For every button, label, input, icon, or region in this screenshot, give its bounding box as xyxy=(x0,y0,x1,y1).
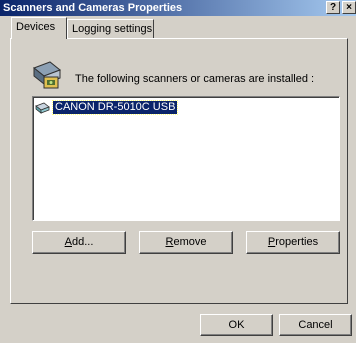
remove-label-rest: emove xyxy=(173,236,207,248)
properties-dialog: Scanners and Cameras Properties ? × Devi… xyxy=(0,0,356,343)
tab-logging-settings[interactable]: Logging settings xyxy=(67,19,154,39)
properties-label-rest: roperties xyxy=(275,236,319,248)
scanner-device-icon xyxy=(35,102,50,114)
window-title: Scanners and Cameras Properties xyxy=(3,2,183,14)
ok-button[interactable]: OK xyxy=(200,314,273,336)
add-label-rest: dd... xyxy=(71,236,94,248)
title-bar[interactable]: Scanners and Cameras Properties ? × xyxy=(0,0,356,16)
tab-logging-label: Logging settings xyxy=(72,23,153,35)
cancel-button[interactable]: Cancel xyxy=(279,314,352,336)
add-mnemonic: A xyxy=(64,236,72,248)
remove-button[interactable]: Remove xyxy=(139,231,233,254)
scanner-camera-icon xyxy=(33,61,61,89)
add-button[interactable]: Add... xyxy=(32,231,126,254)
device-label: CANON DR-5010C USB xyxy=(51,99,179,115)
properties-button[interactable]: Properties xyxy=(246,231,340,254)
list-item[interactable]: CANON DR-5010C USB xyxy=(35,99,179,115)
tab-devices[interactable]: Devices xyxy=(11,17,67,39)
tab-devices-label: Devices xyxy=(16,21,56,33)
help-button[interactable]: ? xyxy=(326,1,340,14)
close-button[interactable]: × xyxy=(342,1,356,14)
device-list[interactable]: CANON DR-5010C USB xyxy=(32,96,340,221)
installed-description: The following scanners or cameras are in… xyxy=(75,73,315,85)
